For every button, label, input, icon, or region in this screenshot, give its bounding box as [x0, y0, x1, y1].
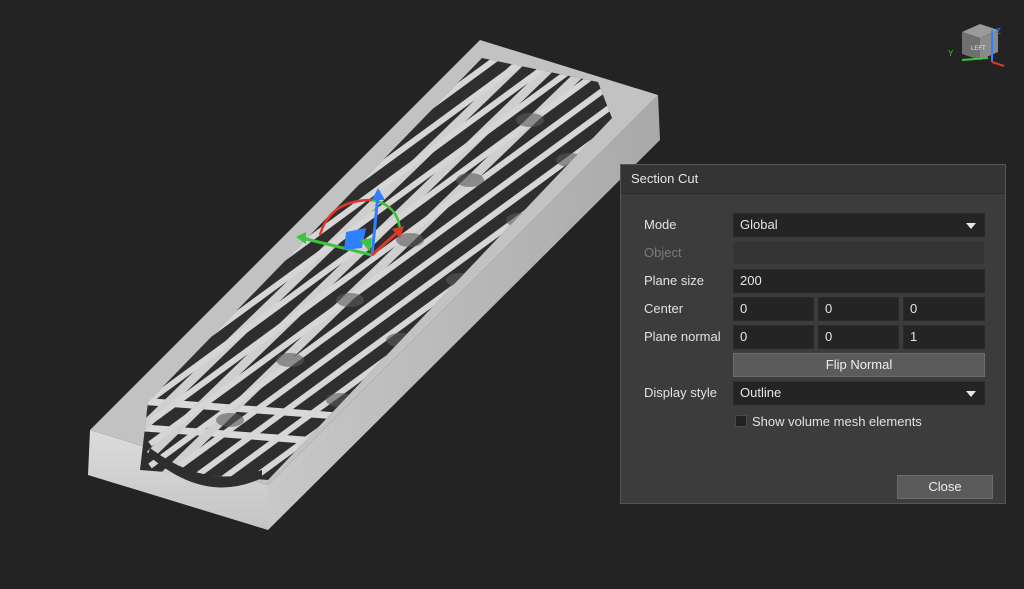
plane-normal-row: Plane normal 0 0 1 — [621, 325, 1005, 349]
center-x-input[interactable]: 0 — [733, 297, 814, 321]
chevron-down-icon — [966, 223, 976, 229]
plane-normal-label: Plane normal — [644, 329, 721, 344]
plane-normal-x-input[interactable]: 0 — [733, 325, 814, 349]
section-cut-part[interactable] — [40, 0, 720, 589]
plane-size-row: Plane size 200 — [621, 269, 1005, 293]
display-style-dropdown[interactable]: Outline — [733, 381, 985, 405]
show-volume-mesh-label[interactable]: Show volume mesh elements — [752, 410, 922, 434]
axis-y-line — [961, 57, 989, 61]
dialog-title: Section Cut — [621, 165, 1005, 194]
view-cube-face-label: LEFT — [971, 46, 986, 52]
display-style-label: Display style — [644, 385, 717, 400]
flip-normal-button[interactable]: Flip Normal — [733, 353, 985, 377]
axis-z-label: Z — [996, 27, 1001, 36]
view-cube[interactable]: LEFT Y Z — [940, 14, 1010, 74]
mode-dropdown[interactable]: Global — [733, 213, 985, 237]
center-z-input[interactable]: 0 — [903, 297, 985, 321]
plane-normal-z-input[interactable]: 1 — [903, 325, 985, 349]
axis-y-label: Y — [948, 49, 954, 58]
plane-size-input[interactable]: 200 — [733, 269, 985, 293]
center-label: Center — [644, 301, 684, 316]
plane-size-label: Plane size — [644, 273, 704, 288]
display-style-row: Display style Outline — [621, 381, 1005, 405]
object-label: Object — [644, 245, 682, 260]
show-volume-mesh-row: Show volume mesh elements — [621, 410, 1005, 434]
mode-value: Global — [740, 217, 778, 232]
center-y-input[interactable]: 0 — [818, 297, 899, 321]
show-volume-mesh-checkbox[interactable] — [735, 415, 747, 427]
chevron-down-icon — [966, 391, 976, 397]
display-style-value: Outline — [740, 385, 782, 400]
object-row: Object — [621, 241, 1005, 265]
object-field — [733, 241, 985, 265]
mode-label: Mode — [644, 217, 677, 232]
plane-normal-y-input[interactable]: 0 — [818, 325, 899, 349]
mode-row: Mode Global — [621, 213, 1005, 237]
center-row: Center 0 0 0 — [621, 297, 1005, 321]
close-button[interactable]: Close — [897, 475, 993, 499]
section-cut-dialog: Section Cut Mode Global Object Plane siz… — [620, 164, 1006, 504]
axis-x-line — [991, 61, 1005, 67]
